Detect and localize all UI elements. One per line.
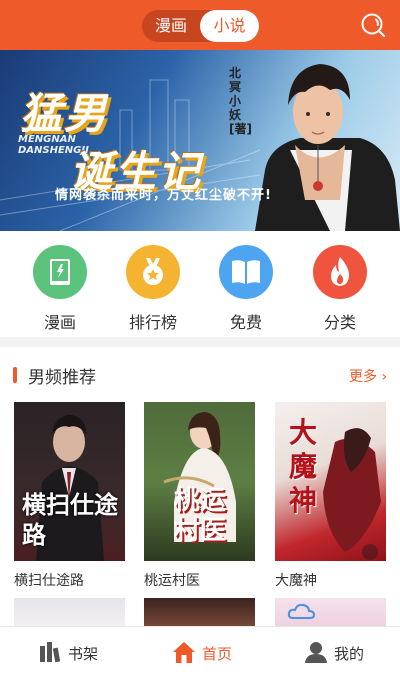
book-card[interactable]: 桃运村医 桃运村医 xyxy=(144,402,255,590)
category-ranking[interactable]: 排行榜 xyxy=(113,245,193,333)
tab-profile[interactable]: 我的 xyxy=(302,627,382,679)
section-title: 男频推荐 xyxy=(28,368,96,388)
book-title: 桃运村医 xyxy=(144,573,200,589)
book-cover[interactable] xyxy=(275,598,386,628)
user-icon xyxy=(305,642,327,663)
cloud-icon xyxy=(287,603,316,619)
book-cover[interactable] xyxy=(144,598,255,628)
banner-tagline: 情网袭杀而来时，万丈红尘破不开! xyxy=(55,188,272,203)
open-book-icon xyxy=(219,245,273,299)
banner-author: 北冥小妖[著] xyxy=(229,66,252,136)
medal-icon xyxy=(126,245,180,299)
category-free[interactable]: 免费 xyxy=(206,245,286,333)
book-cover-title: 大魔神 xyxy=(289,416,318,517)
book-icon xyxy=(33,245,87,299)
home-icon xyxy=(173,642,195,663)
book-card[interactable]: 横扫仕途路 横扫仕途路 xyxy=(14,402,125,590)
search-icon[interactable] xyxy=(360,12,386,38)
tab-bookshelf[interactable]: 书架 xyxy=(36,627,116,679)
banner-pinyin: MENGNAN DANSHENGJI xyxy=(18,134,89,156)
category-label: 漫画 xyxy=(43,313,76,332)
category-genres[interactable]: 分类 xyxy=(300,245,380,333)
book-cover: 桃运村医 xyxy=(144,402,255,561)
bottom-tab-bar: 书架 首页 我的 xyxy=(0,626,400,679)
section-accent-bar xyxy=(13,367,17,383)
more-label: 更多 xyxy=(349,369,377,385)
tab-novels[interactable]: 小说 xyxy=(200,10,259,42)
banner-pinyin-line2: DANSHENGJI xyxy=(18,145,89,156)
category-label: 免费 xyxy=(229,313,262,332)
book-card[interactable]: 大魔神 大魔神 xyxy=(275,402,386,590)
section-divider xyxy=(0,337,400,347)
book-cover-title: 横扫仕途路 xyxy=(22,491,118,549)
category-shortcuts: 漫画 排行榜 免费 分类 xyxy=(0,231,400,337)
book-cover[interactable] xyxy=(14,598,125,628)
category-comics[interactable]: 漫画 xyxy=(20,245,100,333)
more-link[interactable]: 更多 › xyxy=(349,366,387,386)
category-label: 排行榜 xyxy=(128,313,177,332)
section-header: 男频推荐 更多 › xyxy=(0,358,400,394)
content-type-switch: 漫画 小说 xyxy=(142,10,259,42)
flame-icon xyxy=(313,245,367,299)
banner-pinyin-line1: MENGNAN xyxy=(18,134,76,145)
book-title: 大魔神 xyxy=(275,573,317,589)
book-cover: 大魔神 xyxy=(275,402,386,561)
tab-label: 书架 xyxy=(68,645,99,663)
promo-banner[interactable]: 猛男 MENGNAN DANSHENGJI 诞生记 情网袭杀而来时，万丈红尘破不… xyxy=(0,50,400,231)
banner-title-line1: 猛男 xyxy=(20,89,109,138)
chevron-right-icon: › xyxy=(381,369,388,385)
bookshelf-icon xyxy=(40,642,61,663)
book-cover-title: 桃运村医 xyxy=(173,486,226,546)
top-bar: 漫画 小说 xyxy=(0,0,400,50)
tab-label: 我的 xyxy=(334,645,365,663)
book-cover: 横扫仕途路 xyxy=(14,402,125,561)
tab-home[interactable]: 首页 xyxy=(170,627,250,679)
tab-comics[interactable]: 漫画 xyxy=(142,10,200,42)
category-label: 分类 xyxy=(323,313,356,332)
book-title: 横扫仕途路 xyxy=(14,573,84,589)
tab-label: 首页 xyxy=(202,645,233,663)
